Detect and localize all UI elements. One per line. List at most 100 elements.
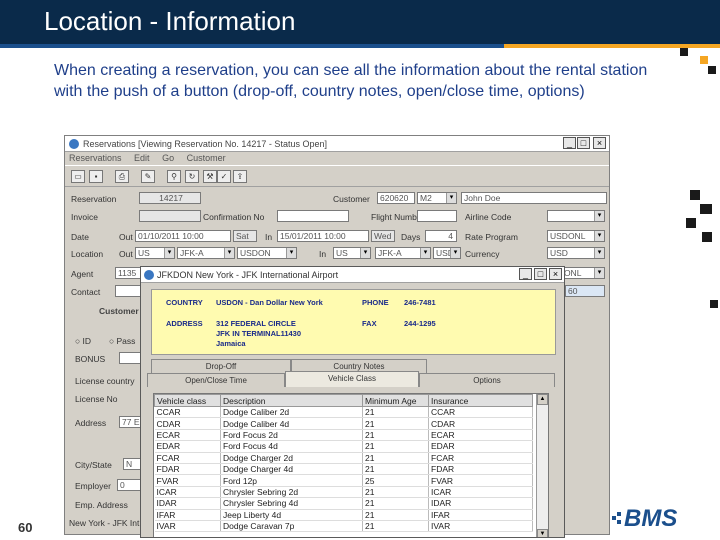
currency-select[interactable]: USD	[547, 247, 605, 259]
table-row[interactable]: CDAR Dodge Caliber 4d 21 CDAR	[154, 417, 533, 430]
vertical-scrollbar[interactable]: ▲ ▼	[536, 394, 548, 537]
table-row[interactable]: FCAR Dodge Charger 2d 21 FCAR	[154, 452, 533, 464]
table-row[interactable]: FVAR Ford 12p 25 FVAR	[154, 474, 533, 487]
check-icon[interactable]: ✓	[217, 170, 231, 183]
table-row[interactable]: EDAR Ford Focus 4d 21 EDAR	[154, 440, 533, 453]
decor-square	[708, 66, 716, 74]
table-cell: 21	[362, 486, 429, 499]
confirmation-field[interactable]	[277, 210, 349, 222]
table-row[interactable]: IFAR Jeep Liberty 4d 21 IFAR	[154, 509, 533, 521]
address-line-1: 312 FEDERAL CIRCLE	[216, 319, 296, 328]
tab-open-close-time[interactable]: Open/Close Time	[147, 373, 285, 387]
airline-select[interactable]	[547, 210, 605, 222]
table-row[interactable]: ICAR Chrysler Sebring 2d 21 ICAR	[154, 486, 533, 499]
window-title: Reservations [Viewing Reservation No. 14…	[83, 139, 327, 149]
tab-vehicle-class[interactable]: Vehicle Class	[285, 371, 419, 387]
decor-square	[700, 56, 708, 64]
customer-code-field[interactable]: 620620	[377, 192, 415, 204]
column-header[interactable]: Description	[220, 394, 363, 407]
table-cell: ECAR	[154, 429, 221, 442]
table-cell: IFAR	[428, 509, 533, 521]
scroll-up-arrow-icon[interactable]: ▲	[537, 394, 548, 405]
find-icon[interactable]: ⚲	[167, 170, 181, 183]
out-country-select[interactable]: US	[135, 247, 175, 259]
tools-icon[interactable]: ⚒	[203, 170, 217, 183]
out-date-field[interactable]: 01/10/2011 10:00	[135, 230, 231, 242]
decor-square	[700, 204, 712, 214]
close-button[interactable]: ×	[593, 137, 606, 149]
table-cell: 21	[362, 417, 429, 430]
in-vendor-select[interactable]: USDON	[433, 247, 461, 259]
table-cell: CDAR	[154, 417, 221, 430]
table-cell: 21	[362, 440, 429, 453]
fax-value: 244-1295	[404, 319, 436, 328]
menu-customer[interactable]: Customer	[187, 153, 226, 163]
id-radio[interactable]: ○ ID	[75, 336, 91, 346]
confirmation-label: Confirmation No	[203, 212, 265, 222]
refresh-icon[interactable]: ↻	[185, 170, 199, 183]
bonus-label: BONUS	[75, 354, 106, 364]
passport-radio[interactable]: ○ Pass	[109, 336, 135, 346]
column-header[interactable]: Vehicle class	[154, 394, 221, 407]
status-bar-text: New York - JFK Int	[69, 518, 140, 528]
date-label: Date	[71, 232, 89, 242]
emp-address-label: Emp. Address	[75, 500, 128, 510]
export-icon[interactable]: ⇪	[233, 170, 247, 183]
customer-name-field[interactable]: John Doe	[461, 192, 607, 204]
address-field[interactable]: 77 E	[119, 416, 141, 428]
scroll-down-arrow-icon[interactable]: ▼	[537, 529, 548, 537]
reservation-label: Reservation	[71, 194, 117, 204]
in-date-field[interactable]: 15/01/2011 10:00	[277, 230, 369, 242]
days-label: Days	[401, 232, 421, 242]
location-label: Location	[71, 249, 104, 259]
popup-maximize-button[interactable]: □	[534, 268, 547, 280]
table-row[interactable]: IVAR Dodge Caravan 7p 21 IVAR	[154, 520, 533, 533]
maximize-button[interactable]: □	[577, 137, 590, 149]
flight-field[interactable]	[417, 210, 457, 222]
tab-drop-off[interactable]: Drop-Off	[151, 359, 291, 373]
save-icon[interactable]: ▪	[89, 170, 103, 183]
agent-field[interactable]: 1135	[115, 267, 141, 279]
attach-icon[interactable]: ✎	[141, 170, 155, 183]
employer-field[interactable]: 0	[117, 479, 141, 491]
table-row[interactable]: CCAR Dodge Caliber 2d 21 CCAR	[154, 406, 533, 419]
logo-text: BMS	[624, 505, 677, 532]
bonus-field[interactable]	[119, 352, 141, 364]
minimize-button[interactable]: _	[563, 137, 576, 149]
customer-section-label: Customer	[99, 306, 139, 316]
vehicle-class-table: Vehicle class Description Minimum Age In…	[153, 393, 549, 537]
table-cell: FDAR	[154, 463, 221, 476]
customer-type-select[interactable]: M2	[417, 192, 457, 204]
print-icon[interactable]: ⎙	[115, 170, 129, 183]
contact-field[interactable]	[115, 285, 141, 297]
window-titlebar: Reservations [Viewing Reservation No. 14…	[65, 136, 609, 152]
column-header[interactable]: Minimum Age	[362, 394, 429, 407]
menu-go[interactable]: Go	[162, 153, 174, 163]
contact-label: Contact	[71, 287, 101, 297]
out-vendor-select[interactable]: USDON	[237, 247, 297, 259]
menu-reservations[interactable]: Reservations	[69, 153, 122, 163]
city-field[interactable]: N	[123, 458, 141, 470]
decor-square	[710, 300, 718, 308]
intro-text: When creating a reservation, you can see…	[54, 62, 648, 100]
tab-options[interactable]: Options	[419, 373, 555, 387]
days-field[interactable]: 4	[425, 230, 457, 242]
side-value-field: 60	[565, 285, 605, 297]
table-row[interactable]: ECAR Ford Focus 2d 21 ECAR	[154, 429, 533, 442]
table-cell: Jeep Liberty 4d	[220, 509, 363, 521]
menu-edit[interactable]: Edit	[134, 153, 150, 163]
rate-program-label: Rate Program	[465, 232, 518, 242]
in-station-select[interactable]: JFK-A	[375, 247, 431, 259]
page-number: 60	[18, 520, 33, 535]
table-row[interactable]: FDAR Dodge Charger 4d 21 FDAR	[154, 463, 533, 476]
fax-label: FAX	[362, 319, 377, 328]
popup-minimize-button[interactable]: _	[519, 268, 532, 280]
popup-close-button[interactable]: ×	[549, 268, 562, 280]
new-icon[interactable]: ▭	[71, 170, 85, 183]
in-country-select[interactable]: US	[333, 247, 371, 259]
column-header[interactable]: Insurance	[428, 394, 533, 407]
rate-program-select[interactable]: USDONL	[547, 230, 605, 242]
out-station-select[interactable]: JFK-A	[177, 247, 235, 259]
table-row[interactable]: IDAR Chrysler Sebring 4d 21 IDAR	[154, 497, 533, 510]
table-cell: IVAR	[428, 520, 533, 533]
